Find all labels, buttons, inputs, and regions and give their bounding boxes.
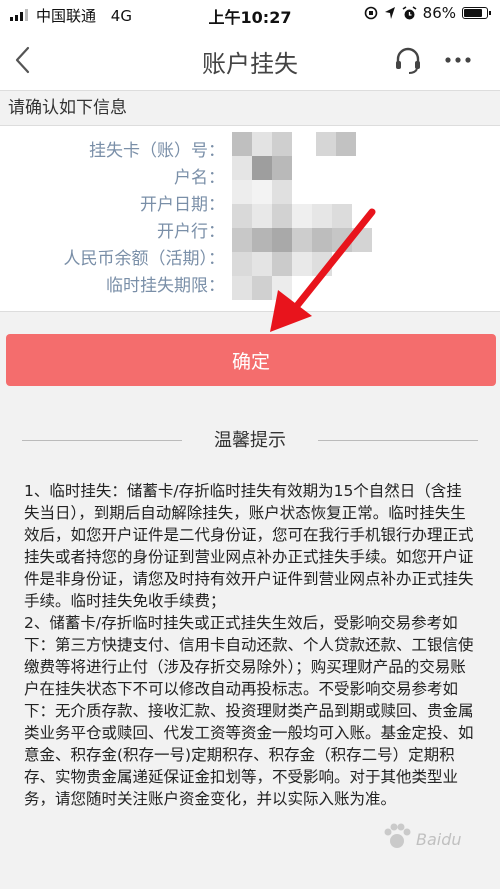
- watermark-logo: Baidu: [380, 820, 490, 860]
- back-button[interactable]: [8, 42, 44, 78]
- battery-fill: [464, 9, 483, 17]
- chevron-left-icon: [15, 46, 30, 74]
- paw-icon: [384, 823, 411, 848]
- more-options-button[interactable]: [440, 42, 476, 78]
- label-open-date: 开户日期：: [140, 195, 225, 215]
- label-rmb-balance: 人民币余额（活期）：: [63, 249, 226, 269]
- label-temp-loss-period: 临时挂失期限：: [106, 276, 225, 296]
- label-card-number: 挂失卡（账）号：: [89, 141, 225, 161]
- tips-body: 1、临时挂失：储蓄卡/存折临时挂失有效期为15个自然日（含挂失当日），到期后自动…: [24, 480, 476, 810]
- more-dots-icon: [445, 57, 471, 63]
- watermark-text: Baidu: [416, 830, 462, 849]
- location-icon: [384, 7, 395, 19]
- tips-title: 温馨提示: [214, 430, 286, 451]
- headset-icon: [396, 47, 420, 74]
- rotation-lock-icon: [364, 6, 377, 20]
- battery-icon: [462, 7, 491, 19]
- alarm-icon: [402, 5, 417, 19]
- customer-service-button[interactable]: [390, 42, 426, 78]
- status-bar: 中国联通 4G 上午10:27 86%: [0, 0, 500, 30]
- privacy-mosaic: [232, 132, 380, 300]
- battery-percent: 86%: [422, 4, 456, 22]
- confirm-button[interactable]: 确定: [6, 334, 496, 386]
- nav-bar: 账户挂失: [0, 30, 500, 90]
- tips-paragraph-1: 1、临时挂失：储蓄卡/存折临时挂失有效期为15个自然日（含挂失当日），到期后自动…: [24, 482, 474, 610]
- label-account-name: 户名：: [174, 168, 225, 188]
- label-open-branch: 开户行：: [157, 222, 225, 242]
- confirm-info-hint: 请确认如下信息: [0, 90, 500, 126]
- status-right: 86%: [364, 4, 491, 22]
- tips-paragraph-2: 2、储蓄卡/存折临时挂失或正式挂失生效后，受影响交易参考如下：第三方快捷支付、信…: [24, 614, 474, 808]
